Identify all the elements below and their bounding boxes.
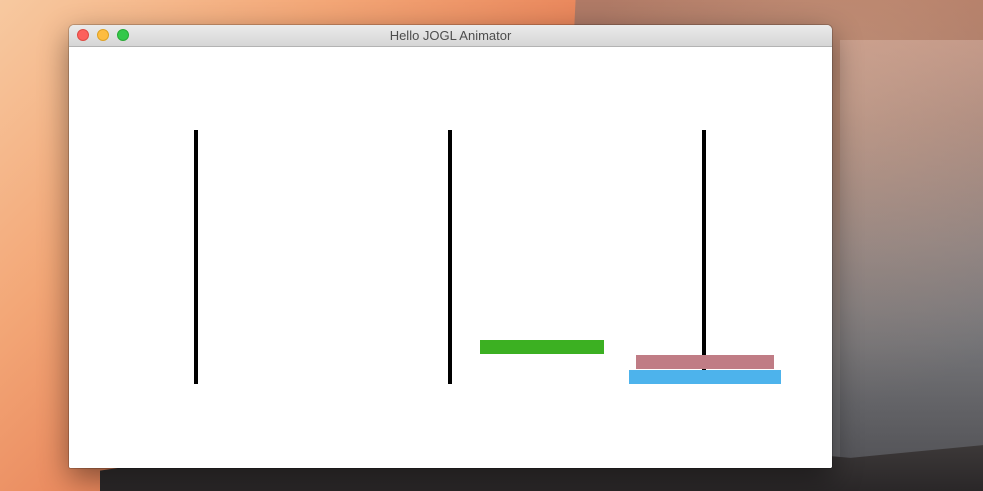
- peg-right: [702, 130, 706, 370]
- blue-disk: [629, 370, 781, 384]
- peg-middle: [448, 130, 452, 384]
- mauve-disk: [636, 355, 774, 369]
- window-title: Hello JOGL Animator: [389, 28, 512, 43]
- gl-canvas[interactable]: [69, 47, 832, 468]
- title-bar[interactable]: Hello JOGL Animator: [69, 25, 832, 47]
- app-window: Hello JOGL Animator: [69, 25, 832, 468]
- peg-left: [194, 130, 198, 384]
- wallpaper-cliff-shade: [840, 40, 983, 491]
- green-disk: [480, 340, 604, 354]
